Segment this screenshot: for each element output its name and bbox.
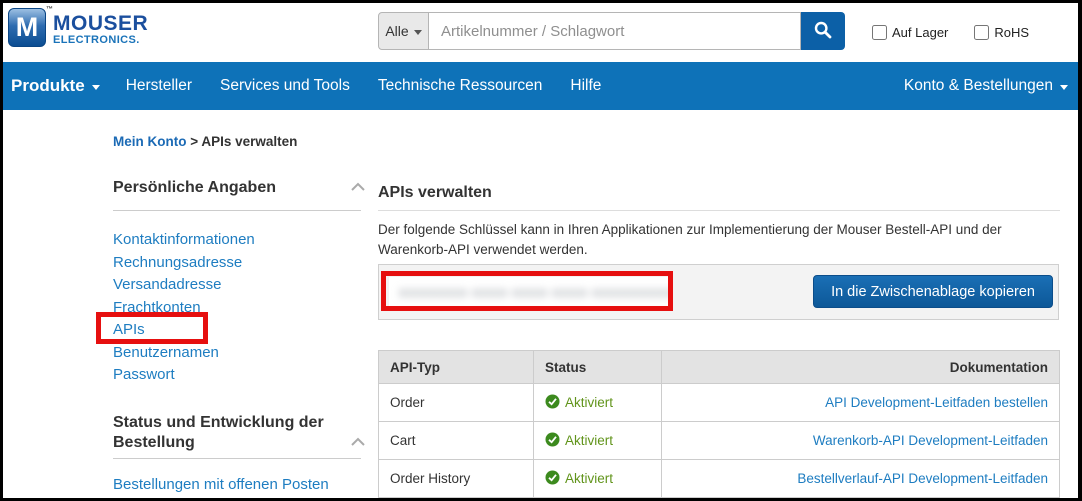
status-badge: Aktiviert [545, 394, 650, 412]
search-icon [813, 20, 833, 43]
nav-item-produkte[interactable]: Produkte [3, 76, 112, 96]
sidebar-item-offene-posten[interactable]: Bestellungen mit offenen Posten [113, 476, 329, 493]
top-header: M ™ MOUSER ELECTRONICS. Alle [3, 3, 1078, 62]
chevron-up-icon[interactable] [350, 178, 366, 198]
logo-subtitle: ELECTRONICS. [53, 34, 148, 46]
nav-account-menu[interactable]: Konto & Bestellungen [904, 62, 1068, 110]
logo-name: MOUSER [53, 13, 148, 34]
mouser-logo[interactable]: M ™ MOUSER ELECTRONICS. [8, 8, 148, 47]
status-badge: Aktiviert [545, 470, 650, 488]
search-input[interactable] [429, 12, 801, 50]
chevron-down-icon [1060, 85, 1068, 90]
search-category-label: Alle [385, 23, 408, 39]
search-category-dropdown[interactable]: Alle [378, 12, 429, 50]
rohs-label: RoHS [994, 25, 1029, 40]
chevron-down-icon [414, 30, 422, 35]
api-key-field: xxxxxxxx-xxxx-xxxx-xxxx-xxxxxxxxxxxx [389, 277, 670, 308]
header-filters: Auf Lager RoHS [872, 3, 1029, 62]
check-circle-icon [545, 432, 560, 450]
breadcrumb-separator: > [187, 134, 202, 149]
sidebar-divider [113, 210, 361, 211]
status-label: Aktiviert [565, 395, 613, 410]
nav-item-services-und-tools[interactable]: Services und Tools [206, 77, 364, 95]
status-label: Aktiviert [565, 433, 613, 448]
api-description: Der folgende Schlüssel kann in Ihren App… [378, 220, 1046, 260]
table-row: Order History Aktiviert Bestellverlauf-A… [379, 460, 1060, 498]
table-row: Cart Aktiviert Warenkorb-API Development… [379, 422, 1060, 460]
sidebar-section-title-label: Persönliche Angaben [113, 179, 276, 196]
column-header-dokumentation: Dokumentation [662, 351, 1060, 384]
nav-item-label: Hersteller [126, 77, 192, 95]
auf-lager-checkbox[interactable] [872, 25, 887, 40]
column-header-api-typ: API-Typ [379, 351, 534, 384]
sidebar-links-personal: Kontaktinformationen Rechnungsadresse Ve… [113, 229, 366, 387]
breadcrumb-mein-konto[interactable]: Mein Konto [113, 134, 187, 149]
nav-item-label: Services und Tools [220, 77, 350, 95]
nav-item-label: Technische Ressourcen [378, 77, 543, 95]
browser-page: M ™ MOUSER ELECTRONICS. Alle [0, 0, 1082, 501]
api-type-cell: Order [379, 384, 534, 422]
page-content: Mein Konto > APIs verwalten Persönliche … [3, 110, 1078, 498]
column-header-status: Status [534, 351, 662, 384]
doc-link-order[interactable]: API Development-Leitfaden bestellen [825, 395, 1048, 410]
trademark-symbol: ™ [46, 6, 53, 13]
api-key-panel: xxxxxxxx-xxxx-xxxx-xxxx-xxxxxxxxxxxx In … [378, 264, 1059, 320]
chevron-up-icon[interactable] [350, 433, 366, 453]
rohs-checkbox[interactable] [974, 25, 989, 40]
nav-item-technische-ressourcen[interactable]: Technische Ressourcen [364, 77, 557, 95]
sidebar-item-passwort[interactable]: Passwort [113, 364, 366, 387]
api-type-cell: Order History [379, 460, 534, 498]
doc-link-order-history[interactable]: Bestellverlauf-API Development-Leitfaden [797, 471, 1048, 486]
chevron-down-icon [92, 85, 100, 90]
table-row: Order Aktiviert API Development-Leitfade… [379, 384, 1060, 422]
main-navigation: Produkte Hersteller Services und Tools T… [3, 62, 1078, 110]
sidebar-item-rechnungsadresse[interactable]: Rechnungsadresse [113, 252, 366, 275]
sidebar-item-frachtkonten[interactable]: Frachtkonten [113, 297, 366, 320]
sidebar-item-versandadresse[interactable]: Versandadresse [113, 274, 366, 297]
api-key-value-obscured: xxxxxxxx-xxxx-xxxx-xxxx-xxxxxxxxxxxx [399, 284, 670, 301]
title-divider [378, 210, 1060, 211]
table-header-row: API-Typ Status Dokumentation [379, 351, 1060, 384]
check-circle-icon [545, 394, 560, 412]
sidebar-section-orderstatus-title: Status und Entwicklung der Bestellung [113, 413, 366, 453]
doc-link-cart[interactable]: Warenkorb-API Development-Leitfaden [813, 433, 1048, 448]
sidebar-section-personal-title: Persönliche Angaben [113, 178, 366, 198]
sidebar-divider [113, 458, 361, 459]
mouser-logo-mark: M ™ [8, 8, 46, 47]
sidebar-item-kontaktinformationen[interactable]: Kontaktinformationen [113, 229, 366, 252]
breadcrumb: Mein Konto > APIs verwalten [113, 134, 297, 149]
filter-rohs: RoHS [974, 25, 1029, 40]
filter-auf-lager: Auf Lager [872, 25, 948, 40]
copy-to-clipboard-button[interactable]: In die Zwischenablage kopieren [813, 275, 1053, 308]
nav-item-hilfe[interactable]: Hilfe [556, 77, 615, 95]
sidebar-item-benutzernamen[interactable]: Benutzernamen [113, 342, 366, 365]
logo-monogram: M [16, 12, 39, 43]
sidebar-item-apis[interactable]: APIs [113, 319, 366, 342]
nav-account-label: Konto & Bestellungen [904, 77, 1053, 95]
mouser-logo-text: MOUSER ELECTRONICS. [53, 8, 148, 47]
nav-item-hersteller[interactable]: Hersteller [112, 77, 206, 95]
check-circle-icon [545, 470, 560, 488]
nav-item-label: Produkte [11, 76, 85, 96]
nav-item-label: Hilfe [570, 77, 601, 95]
search-button[interactable] [801, 12, 845, 50]
api-table: API-Typ Status Dokumentation Order [378, 350, 1060, 498]
page-viewport: M ™ MOUSER ELECTRONICS. Alle [3, 3, 1078, 498]
status-badge: Aktiviert [545, 432, 650, 450]
sidebar-section-title-label: Status und Entwicklung der Bestellung [113, 414, 324, 451]
breadcrumb-current: APIs verwalten [201, 134, 297, 149]
status-label: Aktiviert [565, 471, 613, 486]
auf-lager-label: Auf Lager [892, 25, 948, 40]
page-title: APIs verwalten [378, 184, 492, 202]
api-type-cell: Cart [379, 422, 534, 460]
search-bar: Alle [378, 12, 845, 50]
